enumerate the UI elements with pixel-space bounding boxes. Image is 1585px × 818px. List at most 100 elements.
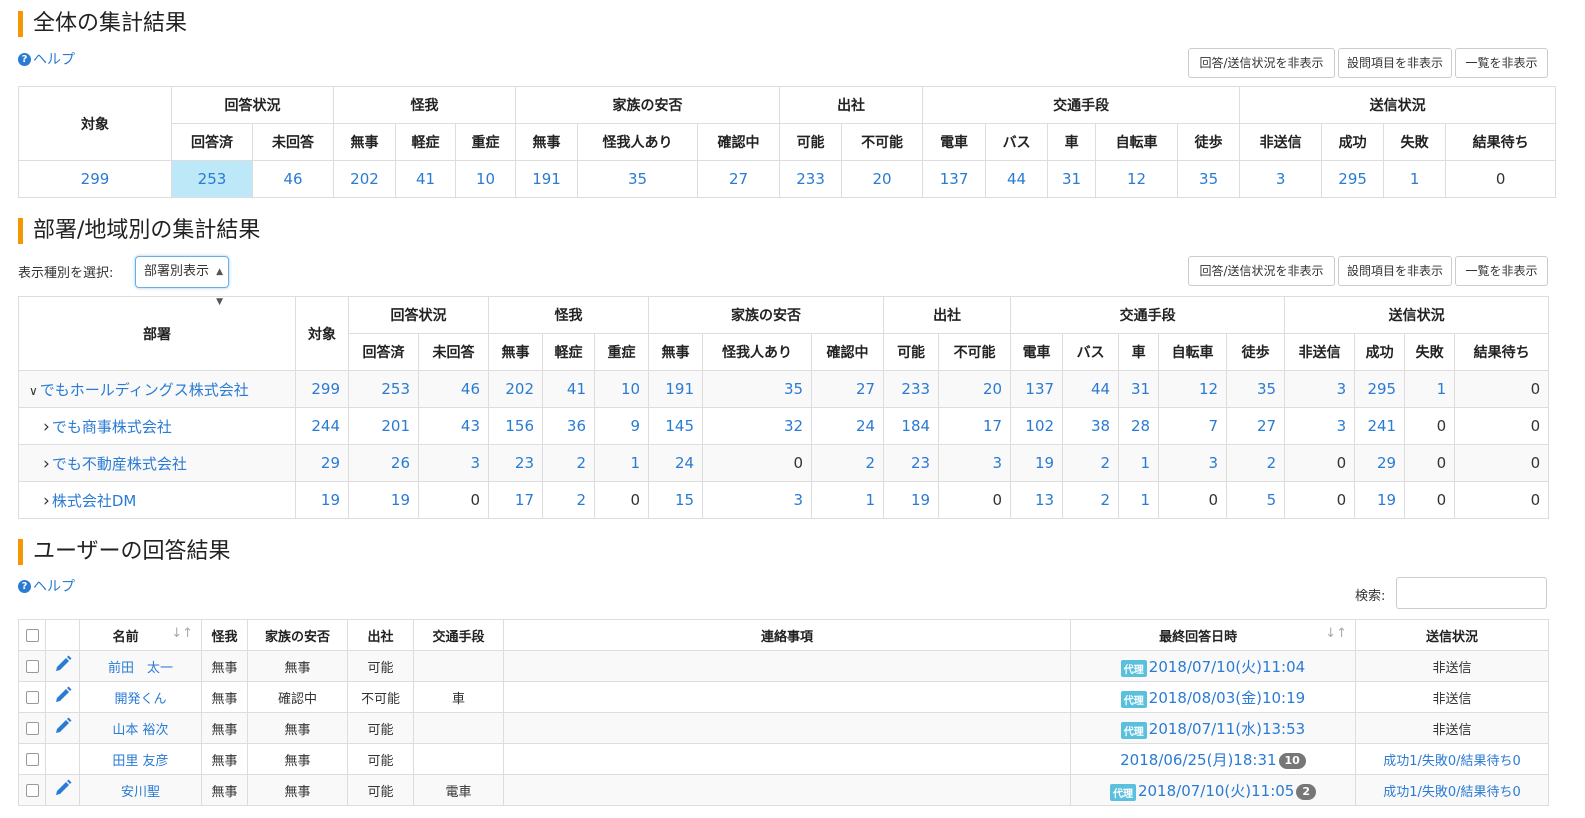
row-select-cell[interactable] bbox=[19, 744, 46, 775]
dept-value-cell[interactable]: 31 bbox=[1119, 371, 1159, 408]
dept-value-cell[interactable]: 36 bbox=[543, 408, 595, 445]
row-select-cell[interactable] bbox=[19, 713, 46, 744]
last-answer-header[interactable]: 最終回答日時↓↑ bbox=[1071, 620, 1356, 651]
dept-value-cell[interactable]: 244 bbox=[296, 408, 349, 445]
last-answer-cell[interactable]: 代理2018/07/10(火)11:04 bbox=[1071, 651, 1356, 682]
chevron-right-icon[interactable]: › bbox=[43, 491, 50, 511]
name-header[interactable]: 名前↓↑ bbox=[80, 620, 202, 651]
dept-value-cell[interactable]: 2 bbox=[543, 445, 595, 482]
dept-value-cell[interactable]: 253 bbox=[349, 371, 419, 408]
summary-cell[interactable]: 10 bbox=[456, 161, 516, 198]
dept-value-cell[interactable]: 2 bbox=[1227, 445, 1285, 482]
dept-value-cell[interactable]: 295 bbox=[1355, 371, 1405, 408]
dept-value-cell[interactable]: 3 bbox=[1159, 445, 1227, 482]
dept-value-cell[interactable]: 12 bbox=[1159, 371, 1227, 408]
edit-cell[interactable] bbox=[46, 775, 80, 806]
dept-value-cell[interactable]: 35 bbox=[1227, 371, 1285, 408]
row-checkbox[interactable] bbox=[26, 722, 39, 735]
dept-value-cell[interactable]: 19 bbox=[884, 482, 939, 519]
row-checkbox[interactable] bbox=[26, 753, 39, 766]
dept-name-cell[interactable]: ›でも商事株式会社 bbox=[19, 408, 296, 445]
dept-value-cell[interactable]: 3 bbox=[939, 445, 1011, 482]
select-all-cell[interactable] bbox=[19, 620, 46, 651]
summary-cell[interactable]: 233 bbox=[780, 161, 842, 198]
summary-cell[interactable]: 253 bbox=[172, 161, 253, 198]
dept-name-cell[interactable]: ›株式会社DM bbox=[19, 482, 296, 519]
dept-value-cell[interactable]: 191 bbox=[649, 371, 703, 408]
summary-cell[interactable]: 202 bbox=[334, 161, 396, 198]
summary-cell[interactable]: 35 bbox=[578, 161, 698, 198]
dept-value-cell[interactable]: 19 bbox=[1011, 445, 1063, 482]
chevron-right-icon[interactable]: › bbox=[43, 417, 50, 437]
user-name-link[interactable]: 前田 太一 bbox=[80, 651, 202, 682]
dept-hide-question-items-button[interactable]: 設問項目を非表示 bbox=[1338, 256, 1452, 286]
dept-value-cell[interactable]: 20 bbox=[939, 371, 1011, 408]
dept-value-cell[interactable]: 29 bbox=[296, 445, 349, 482]
display-type-select[interactable]: 部署別表示 ▲▼ bbox=[135, 256, 229, 288]
overall-help-link[interactable]: ?ヘルプ bbox=[18, 49, 75, 69]
summary-cell[interactable]: 295 bbox=[1322, 161, 1384, 198]
dept-value-cell[interactable]: 3 bbox=[419, 445, 489, 482]
dept-value-cell[interactable]: 1 bbox=[812, 482, 884, 519]
summary-cell[interactable]: 12 bbox=[1096, 161, 1178, 198]
summary-cell[interactable]: 299 bbox=[19, 161, 172, 198]
dept-value-cell[interactable]: 5 bbox=[1227, 482, 1285, 519]
summary-cell[interactable]: 41 bbox=[396, 161, 456, 198]
dept-value-cell[interactable]: 27 bbox=[812, 371, 884, 408]
dept-value-cell[interactable]: 1 bbox=[1119, 482, 1159, 519]
select-all-checkbox[interactable] bbox=[26, 629, 39, 642]
summary-cell[interactable]: 44 bbox=[986, 161, 1048, 198]
last-answer-date[interactable]: 2018/07/10(火)11:04 bbox=[1149, 658, 1305, 676]
dept-value-cell[interactable]: 2 bbox=[1063, 445, 1119, 482]
sort-icon[interactable]: ↓↑ bbox=[1325, 626, 1347, 641]
dept-name-link[interactable]: でも商事株式会社 bbox=[52, 418, 172, 436]
summary-cell[interactable]: 137 bbox=[923, 161, 986, 198]
user-name-link[interactable]: 山本 裕次 bbox=[80, 713, 202, 744]
pencil-icon[interactable] bbox=[53, 778, 73, 798]
summary-cell[interactable]: 27 bbox=[698, 161, 780, 198]
summary-cell[interactable]: 46 bbox=[253, 161, 334, 198]
summary-cell[interactable]: 191 bbox=[516, 161, 578, 198]
dept-value-cell[interactable]: 19 bbox=[349, 482, 419, 519]
edit-cell[interactable] bbox=[46, 713, 80, 744]
dept-value-cell[interactable]: 202 bbox=[489, 371, 543, 408]
edit-cell[interactable] bbox=[46, 682, 80, 713]
dept-value-cell[interactable]: 2 bbox=[812, 445, 884, 482]
summary-cell[interactable]: 20 bbox=[842, 161, 923, 198]
dept-name-link[interactable]: でもホールディングス株式会社 bbox=[40, 381, 249, 399]
last-answer-date[interactable]: 2018/08/03(金)10:19 bbox=[1149, 689, 1305, 707]
edit-cell[interactable] bbox=[46, 744, 80, 775]
dept-value-cell[interactable]: 28 bbox=[1119, 408, 1159, 445]
dept-value-cell[interactable]: 17 bbox=[939, 408, 1011, 445]
dept-value-cell[interactable]: 3 bbox=[703, 482, 812, 519]
dept-value-cell[interactable]: 102 bbox=[1011, 408, 1063, 445]
user-name-link[interactable]: 安川聖 bbox=[80, 775, 202, 806]
dept-value-cell[interactable]: 201 bbox=[349, 408, 419, 445]
pencil-icon[interactable] bbox=[53, 685, 73, 705]
dept-value-cell[interactable]: 156 bbox=[489, 408, 543, 445]
dept-value-cell[interactable]: 17 bbox=[489, 482, 543, 519]
dept-value-cell[interactable]: 241 bbox=[1355, 408, 1405, 445]
summary-cell[interactable]: 31 bbox=[1048, 161, 1096, 198]
row-select-cell[interactable] bbox=[19, 682, 46, 713]
dept-value-cell[interactable]: 184 bbox=[884, 408, 939, 445]
dept-value-cell[interactable]: 44 bbox=[1063, 371, 1119, 408]
row-select-cell[interactable] bbox=[19, 651, 46, 682]
row-checkbox[interactable] bbox=[26, 784, 39, 797]
dept-value-cell[interactable]: 299 bbox=[296, 371, 349, 408]
dept-value-cell[interactable]: 9 bbox=[595, 408, 649, 445]
dept-value-cell[interactable]: 2 bbox=[543, 482, 595, 519]
last-answer-date[interactable]: 2018/06/25(月)18:31 bbox=[1120, 751, 1276, 769]
send-status-cell[interactable]: 成功1/失敗0/結果待ち0 bbox=[1356, 775, 1549, 806]
pencil-icon[interactable] bbox=[53, 716, 73, 736]
user-name-link[interactable]: 開発くん bbox=[80, 682, 202, 713]
dept-value-cell[interactable]: 26 bbox=[349, 445, 419, 482]
dept-value-cell[interactable]: 1 bbox=[1119, 445, 1159, 482]
chevron-down-icon[interactable]: ∨ bbox=[29, 384, 38, 398]
row-checkbox[interactable] bbox=[26, 691, 39, 704]
summary-cell[interactable]: 3 bbox=[1240, 161, 1322, 198]
last-answer-cell[interactable]: 代理2018/07/10(火)11:052 bbox=[1071, 775, 1356, 806]
edit-cell[interactable] bbox=[46, 651, 80, 682]
dept-value-cell[interactable]: 3 bbox=[1285, 408, 1355, 445]
dept-value-cell[interactable]: 38 bbox=[1063, 408, 1119, 445]
